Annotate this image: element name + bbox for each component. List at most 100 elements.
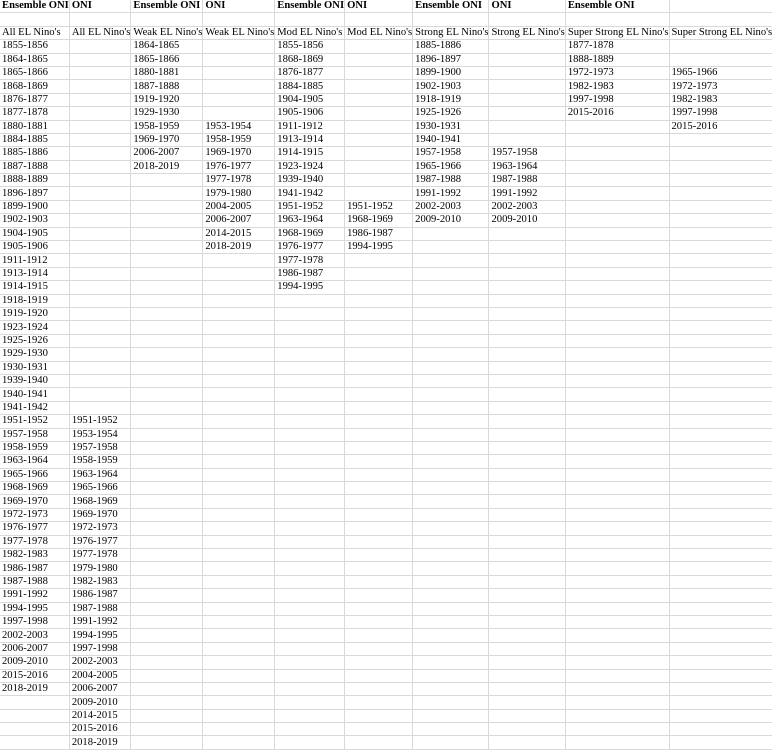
empty-cell[interactable] (69, 387, 132, 402)
empty-cell[interactable] (565, 481, 670, 496)
empty-cell[interactable] (69, 186, 132, 201)
empty-cell[interactable] (488, 615, 566, 630)
season-cell[interactable]: 1958-1959 (130, 120, 204, 134)
empty-cell[interactable] (202, 615, 276, 630)
empty-cell[interactable] (202, 508, 276, 523)
empty-cell[interactable] (202, 682, 276, 697)
empty-cell[interactable] (344, 508, 414, 523)
empty-cell[interactable] (344, 106, 414, 121)
empty-cell[interactable] (669, 200, 772, 215)
empty-cell[interactable] (488, 722, 566, 737)
empty-cell[interactable] (130, 173, 204, 188)
empty-cell[interactable] (344, 307, 414, 322)
season-cell[interactable]: 1987-1988 (412, 173, 490, 188)
empty-cell[interactable] (69, 307, 132, 322)
empty-cell[interactable] (274, 575, 346, 590)
column-header-cell[interactable] (669, 0, 772, 14)
empty-cell[interactable] (565, 535, 670, 550)
empty-cell[interactable] (412, 695, 490, 710)
empty-cell[interactable] (344, 186, 414, 201)
empty-cell[interactable] (488, 253, 566, 268)
season-cell[interactable]: 1896-1897 (412, 53, 490, 67)
season-cell[interactable]: 1963-1964 (69, 468, 132, 483)
empty-cell[interactable] (69, 227, 132, 242)
column-header-cell[interactable]: Ensemble ONI (130, 0, 204, 14)
empty-cell[interactable] (274, 642, 346, 657)
empty-cell[interactable] (202, 735, 276, 750)
empty-cell[interactable] (565, 669, 670, 683)
empty-cell[interactable] (69, 39, 132, 54)
empty-cell[interactable] (565, 374, 670, 389)
empty-cell[interactable] (69, 133, 132, 148)
empty-cell[interactable] (488, 481, 566, 496)
empty-cell[interactable] (274, 561, 346, 576)
empty-cell[interactable] (344, 374, 414, 389)
column-subheader-cell[interactable]: Mod EL Nino's (344, 26, 414, 41)
empty-cell[interactable] (669, 227, 772, 242)
empty-cell[interactable] (344, 79, 414, 94)
column-subheader-cell[interactable]: All EL Nino's (69, 26, 132, 41)
empty-cell[interactable] (565, 602, 670, 616)
empty-cell[interactable] (69, 120, 132, 134)
empty-cell[interactable] (412, 615, 490, 630)
season-cell[interactable]: 1965-1966 (69, 481, 132, 496)
season-cell[interactable]: 1968-1969 (69, 494, 132, 509)
season-cell[interactable]: 1976-1977 (69, 535, 132, 550)
empty-cell[interactable] (488, 347, 566, 362)
empty-cell[interactable] (344, 548, 414, 563)
empty-cell[interactable] (488, 441, 566, 456)
empty-cell[interactable] (488, 602, 566, 616)
season-cell[interactable]: 1930-1931 (0, 361, 70, 375)
empty-cell[interactable] (202, 521, 276, 536)
empty-cell[interactable] (669, 454, 772, 469)
season-cell[interactable]: 1986-1987 (344, 227, 414, 242)
season-cell[interactable]: 1876-1877 (274, 66, 346, 81)
empty-cell[interactable] (344, 280, 414, 295)
season-cell[interactable]: 1987-1988 (488, 173, 566, 188)
season-cell[interactable]: 1958-1959 (202, 133, 276, 148)
empty-cell[interactable] (565, 548, 670, 563)
empty-cell[interactable] (130, 735, 204, 750)
empty-cell[interactable] (130, 682, 204, 697)
season-cell[interactable]: 1888-1889 (0, 173, 70, 188)
season-cell[interactable]: 1877-1878 (0, 106, 70, 121)
season-cell[interactable]: 2002-2003 (412, 200, 490, 215)
season-cell[interactable]: 1905-1906 (274, 106, 346, 121)
empty-cell[interactable] (669, 682, 772, 697)
empty-cell[interactable] (274, 481, 346, 496)
empty-cell[interactable] (669, 561, 772, 576)
season-cell[interactable]: 1930-1931 (412, 120, 490, 134)
empty-cell[interactable] (412, 454, 490, 469)
season-cell[interactable]: 1940-1941 (412, 133, 490, 148)
empty-cell[interactable] (130, 186, 204, 201)
empty-cell[interactable] (69, 240, 132, 255)
empty-cell[interactable] (565, 253, 670, 268)
season-cell[interactable]: 1868-1869 (0, 79, 70, 94)
season-cell[interactable]: 1855-1856 (274, 39, 346, 54)
empty-cell[interactable] (412, 535, 490, 550)
empty-cell[interactable] (130, 709, 204, 724)
season-cell[interactable]: 1957-1958 (69, 441, 132, 456)
empty-cell[interactable] (669, 655, 772, 670)
season-cell[interactable]: 1987-1988 (69, 602, 132, 616)
empty-cell[interactable] (488, 655, 566, 670)
empty-cell[interactable] (0, 12, 70, 27)
empty-cell[interactable] (202, 548, 276, 563)
empty-cell[interactable] (202, 401, 276, 416)
season-cell[interactable]: 2009-2010 (488, 213, 566, 228)
season-cell[interactable]: 2015-2016 (69, 722, 132, 737)
season-cell[interactable]: 2002-2003 (69, 655, 132, 670)
season-cell[interactable]: 1963-1964 (0, 454, 70, 469)
empty-cell[interactable] (488, 669, 566, 683)
season-cell[interactable]: 1991-1992 (488, 186, 566, 201)
season-cell[interactable]: 1982-1983 (0, 548, 70, 563)
empty-cell[interactable] (488, 535, 566, 550)
empty-cell[interactable] (669, 347, 772, 362)
empty-cell[interactable] (565, 494, 670, 509)
empty-cell[interactable] (669, 53, 772, 67)
season-cell[interactable]: 1951-1952 (274, 200, 346, 215)
empty-cell[interactable] (488, 508, 566, 523)
season-cell[interactable]: 1855-1856 (0, 39, 70, 54)
empty-cell[interactable] (344, 535, 414, 550)
empty-cell[interactable] (130, 253, 204, 268)
